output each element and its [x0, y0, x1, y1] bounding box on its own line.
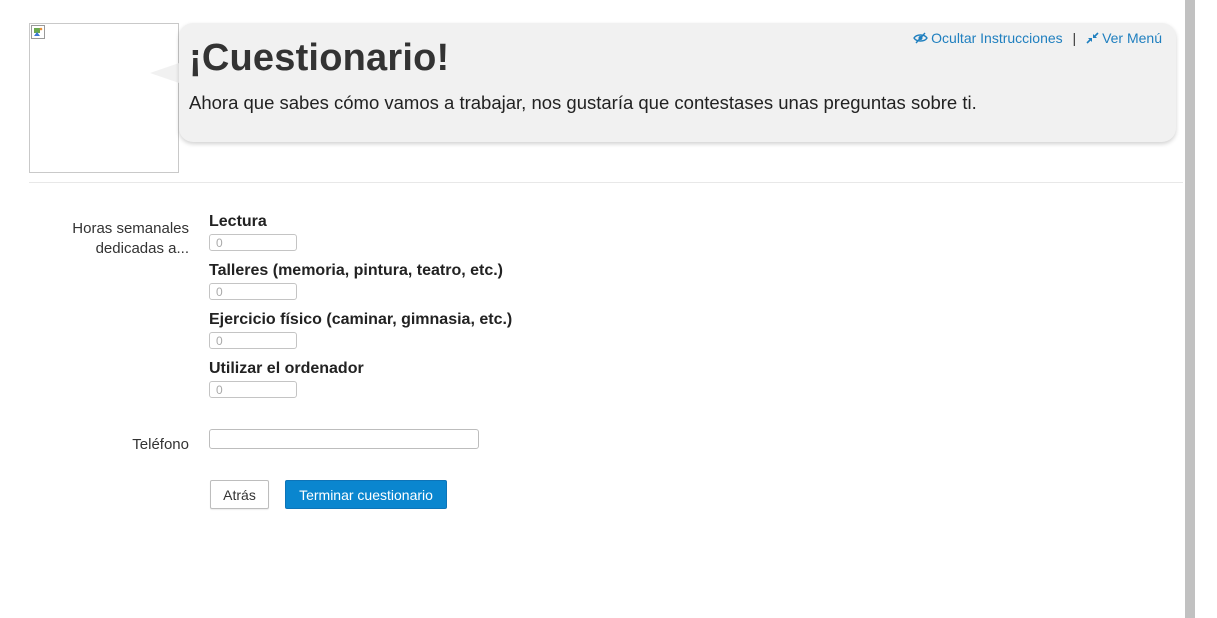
back-button[interactable]: Atrás	[210, 480, 269, 509]
computer-hours-input[interactable]	[209, 381, 297, 398]
clipped-top-text	[110, 0, 730, 2]
phone-label: Teléfono	[132, 436, 189, 453]
field-label-exercise: Ejercicio físico (caminar, gimnasia, etc…	[209, 311, 513, 328]
avatar-image	[29, 23, 179, 173]
header-links: Ocultar Instrucciones | Ver Menú	[913, 30, 1162, 46]
intro-message: Ahora que sabes cómo vamos a trabajar, n…	[189, 92, 977, 113]
reading-hours-input[interactable]	[209, 234, 297, 251]
divider	[29, 182, 1183, 183]
speech-bubble: ¡Cuestionario! Ahora que sabes cómo vamo…	[179, 23, 1176, 142]
page-title: ¡Cuestionario!	[189, 37, 450, 79]
show-menu-label: Ver Menú	[1102, 30, 1162, 46]
field-label-computer: Utilizar el ordenador	[209, 360, 364, 377]
speech-bubble-tail	[150, 62, 182, 84]
hide-instructions-label: Ocultar Instrucciones	[931, 30, 1063, 46]
scrollbar-thumb[interactable]	[1185, 0, 1195, 618]
eye-slash-icon	[913, 32, 928, 44]
hours-group-label: Horas semanales dedicadas a...	[72, 220, 189, 257]
compress-arrows-icon	[1086, 32, 1099, 44]
field-label-reading: Lectura	[209, 213, 267, 230]
workshops-hours-input[interactable]	[209, 283, 297, 300]
link-separator: |	[1072, 30, 1077, 46]
show-menu-link[interactable]: Ver Menú	[1082, 30, 1162, 46]
broken-image-icon	[31, 25, 45, 39]
finish-questionnaire-button[interactable]: Terminar cuestionario	[285, 480, 447, 509]
phone-input[interactable]	[209, 429, 479, 449]
exercise-hours-input[interactable]	[209, 332, 297, 349]
page: ¡Cuestionario! Ahora que sabes cómo vamo…	[0, 0, 1217, 618]
hide-instructions-link[interactable]: Ocultar Instrucciones	[913, 30, 1066, 46]
field-label-workshops: Talleres (memoria, pintura, teatro, etc.…	[209, 262, 504, 279]
